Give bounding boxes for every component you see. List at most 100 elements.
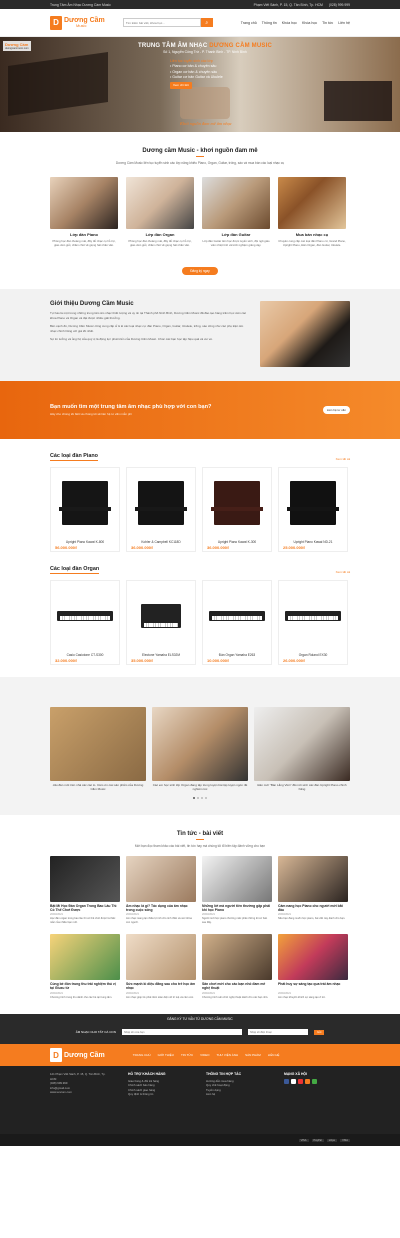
- course-image[interactable]: [278, 177, 346, 229]
- product-image[interactable]: [138, 481, 184, 525]
- product-image[interactable]: [214, 481, 260, 525]
- news-title[interactable]: Sân chơi mới cho các bạn nhỏ đam mê nghệ…: [202, 982, 272, 990]
- product-image[interactable]: [290, 481, 336, 525]
- gallery-image[interactable]: [254, 707, 350, 781]
- gallery-image[interactable]: [50, 707, 146, 781]
- hero-cta-button[interactable]: Xem chi tiết: [170, 81, 192, 90]
- footer-link-gallery[interactable]: THƯ VIỆN ẢNH: [217, 1053, 239, 1057]
- news-card[interactable]: Sức mạnh kì diệu đằng sau cho trẻ học âm…: [126, 934, 196, 1006]
- course-name[interactable]: Mua bán nhạc cụ: [278, 232, 346, 237]
- product-image[interactable]: [57, 611, 113, 621]
- newsletter-submit-button[interactable]: Gửi: [313, 1029, 325, 1035]
- footer-link-about[interactable]: GIỚI THIỆU: [158, 1053, 174, 1057]
- product-card[interactable]: Upright Piano Kawai ND-21 25.000.000₫: [278, 467, 348, 552]
- phone-icon[interactable]: [312, 1078, 317, 1084]
- product-price: 10.000.000₫: [207, 658, 230, 663]
- news-title[interactable]: Cùng bé đón trung thu trải nghiệm thú vị…: [50, 982, 120, 990]
- nav-item-news[interactable]: Tin tức: [322, 21, 333, 25]
- product-image[interactable]: [209, 611, 265, 621]
- newsletter-name-input[interactable]: [121, 1029, 242, 1036]
- news-image[interactable]: [202, 934, 272, 981]
- gallery-image[interactable]: [152, 707, 248, 781]
- course-image[interactable]: [126, 177, 194, 229]
- facebook-icon[interactable]: [284, 1078, 289, 1084]
- consult-button[interactable]: Liên hệ tư vấn: [322, 406, 350, 414]
- nav-item-home[interactable]: Trang chủ: [241, 21, 257, 25]
- slider-dot[interactable]: [205, 797, 207, 799]
- product-card[interactable]: Organ Roland EX30 26.000.000₫: [278, 580, 348, 665]
- news-excerpt: Học đàn organ trong bao lâu thì có thể c…: [50, 917, 116, 924]
- youtube-icon[interactable]: [298, 1078, 303, 1084]
- slider-dot[interactable]: [201, 797, 203, 799]
- gallery-slide[interactable]: Đàn mới "Bàn Lắng Viên" đã mới sinh các …: [254, 707, 350, 791]
- footer-link-products[interactable]: SẢN PHẨM: [245, 1053, 261, 1057]
- product-card[interactable]: Kohler & Campbell KC118D 36.000.000₫: [126, 467, 196, 552]
- news-title[interactable]: Phát huy sự sáng tạo qua trái âm nhạc: [278, 982, 348, 990]
- news-image[interactable]: [278, 934, 348, 981]
- course-name[interactable]: Lớp đàn Organ: [126, 232, 194, 237]
- piano-section-header: Các loại đàn Piano Xem tất cả: [0, 453, 400, 461]
- newsletter-phone-input[interactable]: [247, 1029, 308, 1036]
- piano-view-all-link[interactable]: Xem tất cả: [336, 457, 350, 461]
- product-card[interactable]: Upright Piano Kawai K-800 56.000.000₫: [50, 467, 120, 552]
- news-image[interactable]: [202, 856, 272, 902]
- course-name[interactable]: Lớp đàn Piano: [50, 232, 118, 237]
- news-card[interactable]: Bật Mí Học Đàn Organ Trong Bao Lâu Thì C…: [50, 856, 120, 928]
- news-card[interactable]: Sân chơi mới cho các bạn nhỏ đam mê nghệ…: [202, 934, 272, 1006]
- footer-support-link[interactable]: Quy định & thông tin: [128, 1092, 188, 1096]
- slider-dot[interactable]: [197, 797, 199, 799]
- email-icon[interactable]: [291, 1078, 296, 1084]
- footer-link-video[interactable]: VIDEO: [200, 1053, 209, 1057]
- news-image[interactable]: [126, 856, 196, 902]
- nav-item-info[interactable]: Thông tin: [262, 21, 277, 25]
- news-image[interactable]: [50, 934, 120, 981]
- course-image[interactable]: [50, 177, 118, 229]
- gallery-slide[interactable]: Các em học sinh lớp Organ đang tập trung…: [152, 707, 248, 791]
- course-card[interactable]: Mua bán nhạc cụ Chuyên cung cấp các loại…: [278, 177, 346, 255]
- news-card[interactable]: Cảm nang học Piano cho người mới bắt đầu…: [278, 856, 348, 928]
- product-card[interactable]: Đàn Organ Yamaha E263 10.000.000₫: [202, 580, 272, 665]
- news-excerpt: Người mới học piano thường mắc phải nhữn…: [202, 917, 268, 924]
- news-card[interactable]: Phát huy sự sáng tạo qua trái âm nhạc 20/…: [278, 934, 348, 1006]
- course-card[interactable]: Lớp đàn Guitar Lớp đàn Guitar tiên học đ…: [202, 177, 270, 255]
- course-card[interactable]: Lớp đàn Organ Phòng học đàn thoáng mát, …: [126, 177, 194, 255]
- product-image[interactable]: [62, 481, 108, 525]
- product-price: 36.000.000₫: [207, 545, 230, 550]
- product-card[interactable]: Upright Piano Kawai K-300 36.000.000₫: [202, 467, 272, 552]
- news-card[interactable]: Những lời mà người tiền thường gặp phải …: [202, 856, 272, 928]
- news-title[interactable]: Bật Mí Học Đàn Organ Trong Bao Lâu Thì C…: [50, 904, 120, 912]
- search-button[interactable]: ⌕: [200, 18, 213, 27]
- footer-link-news[interactable]: TIN TỨC: [181, 1053, 193, 1057]
- news-title[interactable]: Cảm nang học Piano cho người mới bắt đầu: [278, 904, 348, 912]
- news-image[interactable]: [50, 856, 120, 902]
- rss-icon[interactable]: [305, 1078, 310, 1084]
- site-logo[interactable]: D Dương Cầm Music: [50, 15, 105, 30]
- footer-partner-link[interactable]: Liên hệ: [206, 1092, 266, 1096]
- product-image[interactable]: [285, 611, 341, 621]
- product-image[interactable]: [141, 604, 181, 628]
- footer-link-home[interactable]: TRANG CHỦ: [133, 1053, 151, 1057]
- course-image[interactable]: [202, 177, 270, 229]
- news-title[interactable]: Sức mạnh kì diệu đằng sau cho trẻ học âm…: [126, 982, 196, 990]
- course-name[interactable]: Lớp đàn Guitar: [202, 232, 270, 237]
- footer-link-contact[interactable]: LIÊN HỆ: [268, 1053, 280, 1057]
- news-image[interactable]: [126, 934, 196, 981]
- organ-view-all-link[interactable]: Xem tất cả: [336, 570, 350, 574]
- gallery-slide[interactable]: cấu đàn mới trên nhà các các lo. Cảm ơn …: [50, 707, 146, 791]
- news-title[interactable]: Âm nhạc là gì? Tác dụng của âm nhạc tron…: [126, 904, 196, 912]
- topbar-phone[interactable]: (028) 999.999: [329, 3, 350, 7]
- nav-item-contact[interactable]: Liên hệ: [338, 21, 350, 25]
- product-card[interactable]: Electone Yamaha ELS02M 35.000.000₫: [126, 580, 196, 665]
- search-input[interactable]: [122, 18, 201, 27]
- nav-item-courses-2[interactable]: Khóa học: [302, 21, 317, 25]
- slider-dot[interactable]: [193, 797, 195, 799]
- news-card[interactable]: Cùng bé đón trung thu trải nghiệm thú vị…: [50, 934, 120, 1006]
- register-button[interactable]: Đăng ký ngay: [182, 267, 218, 275]
- news-title[interactable]: Những lời mà người tiền thường gặp phải …: [202, 904, 272, 912]
- news-image[interactable]: [278, 856, 348, 902]
- product-card[interactable]: Casio Casiotone CT-S300 32.000.000₫: [50, 580, 120, 665]
- news-card[interactable]: Âm nhạc là gì? Tác dụng của âm nhạc tron…: [126, 856, 196, 928]
- nav-item-courses[interactable]: Khóa học: [282, 21, 297, 25]
- footer-logo[interactable]: D Dương Cầm: [50, 1048, 105, 1063]
- course-card[interactable]: Lớp đàn Piano Phòng học đàn thoáng mát, …: [50, 177, 118, 255]
